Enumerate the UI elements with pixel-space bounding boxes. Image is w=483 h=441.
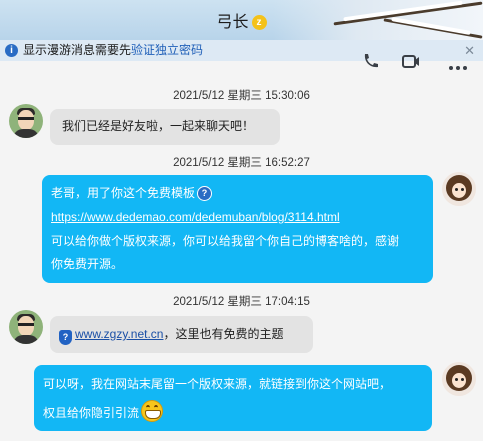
message-timestamp: 2021/5/12 星期三 16:52:27: [173, 157, 310, 169]
site-link[interactable]: www.zgzy.net.cn: [75, 327, 163, 341]
message-line: 权且给你隐引引流: [43, 400, 164, 424]
message-text: 你免费开源。: [51, 257, 124, 271]
info-icon: i: [5, 44, 18, 57]
message-text: 权且给你隐引引流: [43, 406, 140, 420]
message-text: 可以给你做个版权来源，你可以给我留个你自己的博客啥的，感谢: [51, 234, 400, 248]
template-link[interactable]: https://www.dedemao.com/dedemuban/blog/3…: [51, 210, 340, 224]
contact-avatar[interactable]: [9, 104, 43, 138]
contact-name-text: 弓长: [216, 14, 249, 31]
grin-emoji-icon: [141, 400, 164, 422]
my-avatar[interactable]: [442, 172, 476, 206]
message-bubble-received: ? www.zgzy.net.cn，这里也有免费的主题: [50, 316, 313, 353]
message-text: 老哥，用了你这个免费模板: [51, 186, 196, 200]
contact-avatar[interactable]: [9, 310, 43, 344]
message-line: ? www.zgzy.net.cn，这里也有免费的主题: [59, 324, 284, 345]
question-icon: ?: [197, 186, 213, 201]
message-timestamp: 2021/5/12 星期三 15:30:06: [173, 90, 310, 102]
message-text: 我们已经是好友啦，一起来聊天吧！: [62, 119, 255, 133]
safe-link-shield-icon: ?: [59, 330, 72, 345]
message-bubble-received: 我们已经是好友啦，一起来聊天吧！: [50, 109, 280, 145]
vip-badge-icon: z: [251, 15, 267, 30]
message-text: ，这里也有免费的主题: [163, 327, 284, 341]
message-line: https://www.dedemao.com/dedemuban/blog/3…: [51, 207, 340, 228]
phone-icon[interactable]: [362, 54, 378, 72]
chat-header: 弓长 z: [0, 0, 483, 40]
message-line: 老哥，用了你这个免费模板?: [51, 183, 213, 204]
my-avatar[interactable]: [442, 362, 476, 396]
video-icon[interactable]: [402, 54, 420, 72]
verify-password-link[interactable]: 验证独立密码: [131, 43, 203, 57]
notice-message: 显示漫游消息需要先: [23, 43, 132, 57]
more-icon[interactable]: [448, 58, 468, 75]
message-bubble-sent: 可以呀，我在网站末尾留一个版权来源，就链接到你这个网站吧， 权且给你隐引引流: [34, 365, 432, 431]
message-text: 可以呀，我在网站末尾留一个版权来源，就链接到你这个网站吧，: [43, 377, 392, 391]
notice-text: 显示漫游消息需要先验证独立密码: [23, 40, 203, 61]
message-timestamp: 2021/5/12 星期三 17:04:15: [173, 296, 310, 308]
contact-name: 弓长 z: [0, 8, 483, 32]
message-bubble-sent: 老哥，用了你这个免费模板? https://www.dedemao.com/de…: [42, 175, 433, 283]
